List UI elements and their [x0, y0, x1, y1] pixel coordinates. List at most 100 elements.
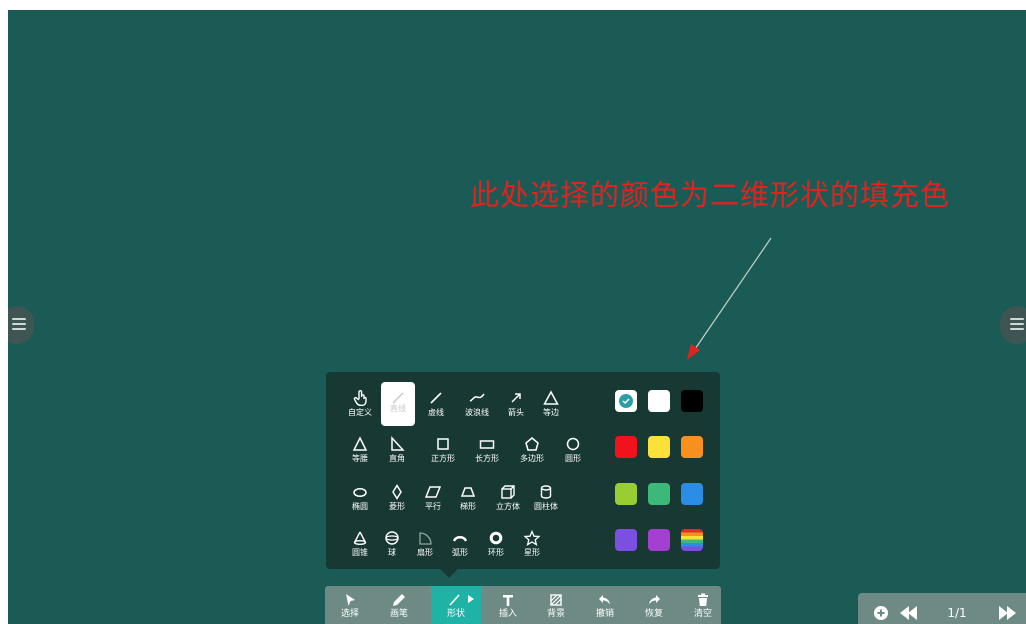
menu-icon	[12, 318, 26, 333]
cube-icon	[490, 480, 526, 502]
shape-picker-panel: 自定义 直线 虚线 波浪线 箭头 等边 等腰 直角 正方形 长方形 多边形 圆形…	[326, 372, 720, 578]
shape-arrow[interactable]: 箭头	[498, 386, 534, 426]
star-icon	[514, 526, 550, 548]
tool-pen[interactable]: 画笔	[376, 586, 422, 624]
undo-icon	[582, 586, 628, 608]
annotation-text: 此处选择的颜色为二维形状的填充色	[470, 178, 951, 212]
cylinder-icon	[528, 480, 564, 502]
background-icon	[533, 586, 579, 608]
wavy-line-icon	[459, 386, 495, 408]
shape-cone[interactable]: 圆锥	[342, 526, 378, 566]
shape-rectangle[interactable]: 长方形	[469, 432, 505, 472]
color-swatch-red[interactable]	[615, 436, 637, 458]
add-page-button[interactable]	[870, 602, 892, 624]
redo-icon	[631, 586, 677, 608]
check-icon	[619, 394, 633, 408]
right-menu-handle[interactable]	[1000, 306, 1026, 344]
straight-line-icon	[381, 382, 415, 404]
shape-arc[interactable]: 弧形	[442, 526, 478, 566]
color-swatch-white[interactable]	[648, 390, 670, 412]
shape-circle[interactable]: 圆形	[555, 432, 591, 472]
color-swatch-orange[interactable]	[681, 436, 703, 458]
color-swatch-teal[interactable]	[615, 390, 637, 412]
shape-straight-line[interactable]: 直线	[381, 382, 415, 426]
whiteboard-canvas[interactable]: 此处选择的颜色为二维形状的填充色 自定义 直线 虚线 波浪线 箭头 等边 等腰 …	[8, 10, 1026, 624]
color-swatch-violet[interactable]	[615, 529, 637, 551]
sphere-icon	[374, 526, 410, 548]
left-menu-handle[interactable]	[8, 306, 34, 344]
tool-label: 选择	[340, 609, 359, 619]
tool-insert[interactable]: 插入	[485, 586, 531, 624]
double-left-icon	[900, 606, 917, 620]
shape-parallelogram[interactable]: 平行	[415, 480, 451, 520]
tool-shape[interactable]: 形状	[431, 586, 481, 624]
color-swatch-green[interactable]	[648, 483, 670, 505]
next-page-button[interactable]	[996, 602, 1018, 624]
shape-sector[interactable]: 扇形	[407, 526, 443, 566]
rhombus-icon	[379, 480, 415, 502]
text-insert-icon	[485, 586, 531, 608]
color-swatch-black[interactable]	[681, 390, 703, 412]
tool-select[interactable]: 选择	[327, 586, 373, 624]
ring-icon	[478, 526, 514, 548]
square-icon	[425, 432, 461, 454]
tool-label: 撤销	[595, 609, 614, 619]
arc-icon	[442, 526, 478, 548]
trash-icon	[680, 586, 726, 608]
shape-sphere[interactable]: 球	[374, 526, 410, 566]
bottom-toolbar: 选择 画笔 形状 插入 背景 撤销 恢复 清空	[325, 586, 721, 624]
shape-ellipse[interactable]: 椭圆	[342, 480, 378, 520]
shape-star[interactable]: 星形	[514, 526, 550, 566]
shape-label: 圆形	[565, 454, 581, 463]
tool-background[interactable]: 背景	[533, 586, 579, 624]
double-right-icon	[999, 606, 1016, 620]
rectangle-icon	[469, 432, 505, 454]
equilateral-triangle-icon	[533, 386, 569, 408]
tool-redo[interactable]: 恢复	[631, 586, 677, 624]
right-triangle-icon	[379, 432, 415, 454]
parallelogram-icon	[415, 480, 451, 502]
shape-cube[interactable]: 立方体	[490, 480, 526, 520]
shape-label: 等边	[543, 408, 559, 417]
shape-square[interactable]: 正方形	[425, 432, 461, 472]
shape-wavy-line[interactable]: 波浪线	[459, 386, 495, 426]
tool-label: 插入	[498, 609, 517, 619]
shape-label: 圆柱体	[534, 502, 558, 511]
shape-label: 星形	[524, 548, 540, 557]
arrow-icon	[498, 386, 534, 408]
color-swatch-yellow[interactable]	[648, 436, 670, 458]
tool-undo[interactable]: 撤销	[582, 586, 628, 624]
pentagon-icon	[514, 432, 550, 454]
cursor-icon	[327, 586, 373, 608]
shape-equilateral[interactable]: 等边	[533, 386, 569, 426]
tool-clear[interactable]: 清空	[680, 586, 726, 624]
tool-label: 恢复	[644, 609, 663, 619]
circle-icon	[555, 432, 591, 454]
shape-cylinder[interactable]: 圆柱体	[528, 480, 564, 520]
color-swatch-blue[interactable]	[681, 483, 703, 505]
cone-icon	[342, 526, 378, 548]
shape-rhombus[interactable]: 菱形	[379, 480, 415, 520]
menu-icon	[1010, 318, 1024, 333]
color-swatch-lime[interactable]	[615, 483, 637, 505]
prev-page-button[interactable]	[898, 602, 920, 624]
shape-label: 直角	[389, 454, 405, 463]
tool-label: 画笔	[389, 609, 408, 619]
shape-polygon[interactable]: 多边形	[514, 432, 550, 472]
shape-trapezoid[interactable]: 梯形	[450, 480, 486, 520]
tool-label: 清空	[693, 609, 712, 619]
trapezoid-icon	[450, 480, 486, 502]
shape-right-triangle[interactable]: 直角	[379, 432, 415, 472]
shape-ring[interactable]: 环形	[478, 526, 514, 566]
isosceles-triangle-icon	[342, 432, 378, 454]
expand-arrow-icon	[468, 595, 474, 603]
add-circle-icon	[874, 606, 888, 620]
ellipse-icon	[342, 480, 378, 502]
color-swatch-purple[interactable]	[648, 529, 670, 551]
shape-isosceles[interactable]: 等腰	[342, 432, 378, 472]
color-swatch-rainbow[interactable]	[681, 529, 703, 551]
shape-dashed-line[interactable]: 虚线	[418, 386, 454, 426]
sector-icon	[407, 526, 443, 548]
page-counter: 1/1	[947, 606, 967, 620]
pen-icon	[376, 586, 422, 608]
